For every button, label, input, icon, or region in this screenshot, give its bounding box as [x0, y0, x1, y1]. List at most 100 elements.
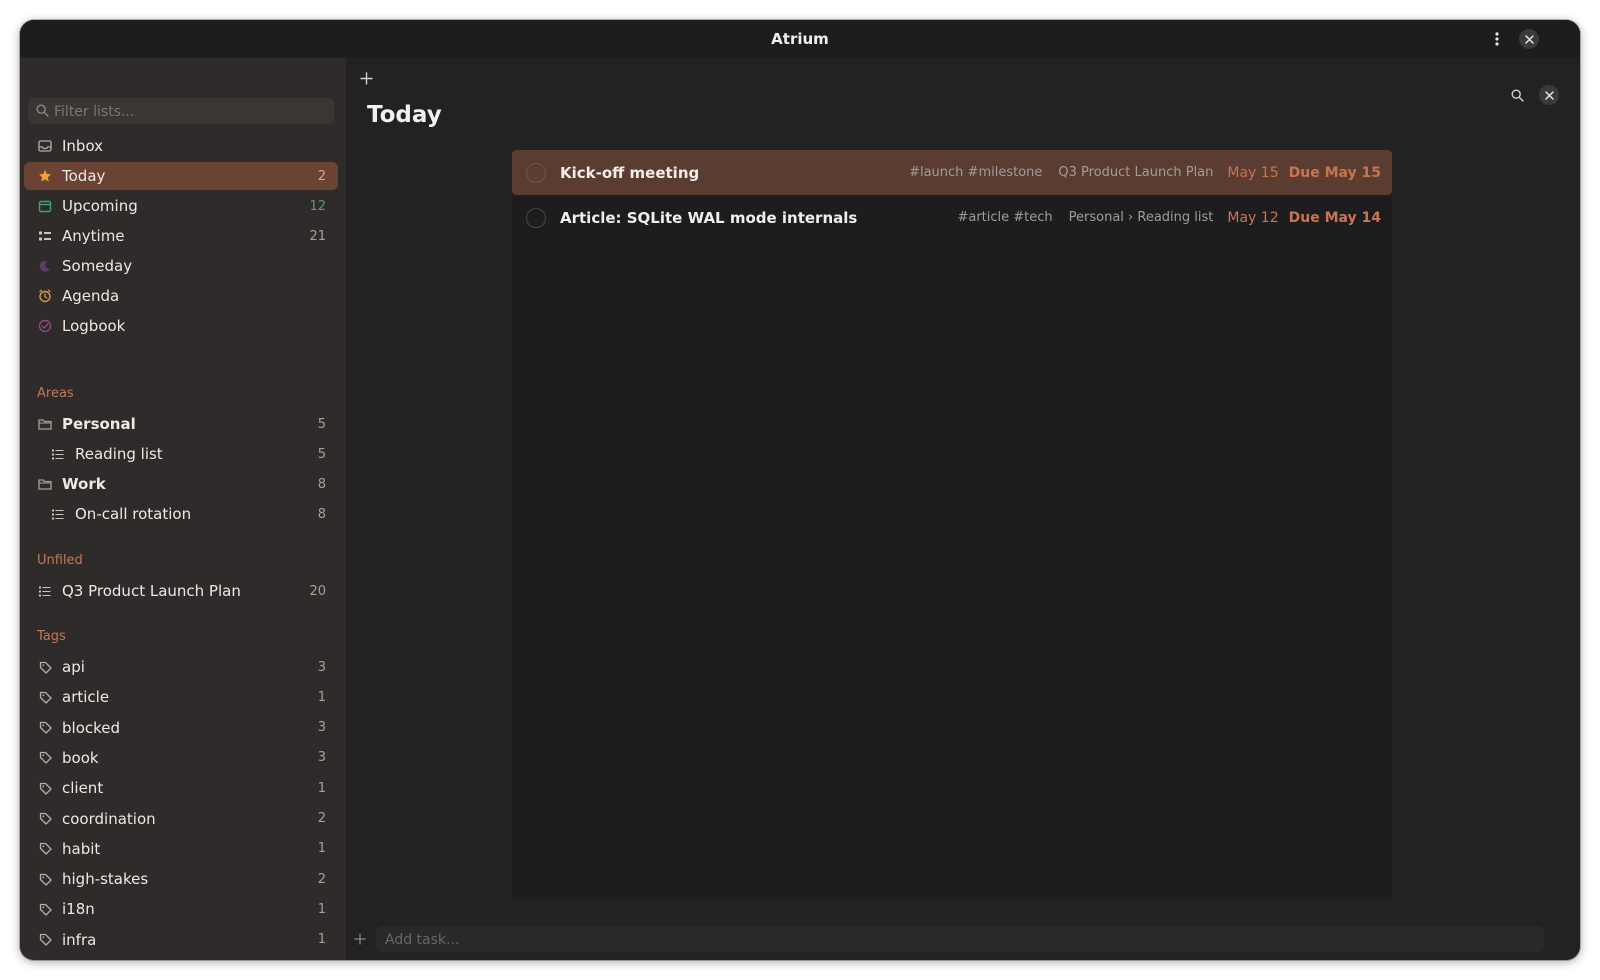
sidebar-item-logbook[interactable]: Logbook	[24, 312, 338, 340]
sidebar-item-label: book	[62, 748, 99, 767]
sidebar-item-upcoming[interactable]: Upcoming 12	[24, 192, 338, 220]
alarm-clock-icon	[37, 288, 53, 304]
item-count: 1	[317, 932, 326, 948]
sidebar-item-tag[interactable]: coordination 2	[24, 805, 338, 833]
filter-lists-input[interactable]	[52, 98, 326, 126]
sidebar-item-label: Upcoming	[62, 197, 138, 215]
list-icon	[50, 506, 66, 522]
list-icon	[37, 583, 53, 599]
task-row[interactable]: Article: SQLite WAL mode internals #arti…	[512, 195, 1392, 240]
sidebar-item-tag[interactable]: book 3	[24, 744, 338, 772]
item-count: 5	[317, 446, 326, 462]
item-count: 12	[309, 198, 326, 214]
window-close-button[interactable]	[1519, 29, 1539, 49]
sidebar-item-reading-list[interactable]: Reading list 5	[24, 440, 338, 468]
sidebar-item-label: On-call rotation	[75, 505, 192, 523]
tags-header: Tags	[37, 629, 66, 644]
tag-icon	[37, 659, 53, 675]
calendar-icon	[37, 198, 53, 214]
new-list-button[interactable]	[356, 68, 376, 88]
close-icon	[1544, 90, 1554, 100]
add-task-field[interactable]	[376, 926, 1544, 954]
sidebar-item-tag[interactable]: client 1	[24, 774, 338, 802]
layers-icon	[37, 228, 53, 244]
sidebar-item-tag[interactable]: habit 1	[24, 835, 338, 863]
check-circle-icon	[37, 318, 53, 334]
title-bar: Atrium	[20, 20, 1580, 58]
sidebar-item-label: Personal	[62, 415, 136, 433]
window-title: Atrium	[771, 30, 829, 48]
sidebar-item-today[interactable]: Today 2	[24, 162, 338, 190]
sidebar-item-label: api	[62, 658, 85, 676]
sidebar-item-label: client	[62, 779, 104, 798]
add-task-button[interactable]	[354, 931, 366, 947]
tag-icon	[37, 780, 53, 796]
folder-icon	[37, 416, 53, 432]
sidebar-item-label: article	[62, 688, 110, 707]
sidebar-item-anytime[interactable]: Anytime 21	[24, 222, 338, 250]
sidebar-item-tag[interactable]: blocked 3	[24, 714, 338, 742]
tag-icon	[37, 932, 53, 948]
sidebar-item-label: Today	[62, 167, 106, 185]
task-project: Q3 Product Launch Plan	[1058, 165, 1214, 180]
task-date: May 15	[1227, 164, 1279, 181]
item-count: 21	[309, 228, 326, 244]
sidebar-item-label: Inbox	[62, 137, 104, 155]
tag-icon	[37, 689, 53, 705]
search-icon	[36, 104, 49, 117]
sidebar-item-label: Logbook	[62, 317, 126, 335]
task-date: May 12	[1227, 209, 1279, 226]
areas-header: Areas	[37, 386, 74, 401]
sidebar-item-label: Reading list	[75, 445, 163, 463]
item-count: 3	[317, 659, 326, 675]
sidebar-item-label: habit	[62, 839, 101, 858]
item-count: 2	[317, 811, 326, 826]
task-checkbox[interactable]	[526, 162, 546, 183]
sidebar-item-tag[interactable]: api 3	[24, 653, 338, 681]
tag-icon	[37, 871, 53, 887]
sidebar-item-tag[interactable]: infra 1	[24, 926, 338, 954]
sidebar-item-tag[interactable]: i18n 1	[24, 895, 338, 923]
task-row[interactable]: Kick-off meeting #launch #milestone Q3 P…	[512, 150, 1392, 195]
tag-icon	[37, 901, 53, 917]
sidebar-item-someday[interactable]: Someday	[24, 252, 338, 280]
main-content: Today Kick-off meeting #launch #mileston…	[346, 58, 1580, 960]
app-window: Atrium Inbox	[20, 20, 1580, 960]
sidebar-item-inbox[interactable]: Inbox	[24, 132, 338, 160]
search-icon	[1510, 88, 1524, 102]
inbox-icon	[37, 138, 53, 154]
item-count: 2	[317, 871, 326, 887]
item-count: 5	[317, 416, 326, 432]
item-count: 1	[317, 841, 326, 857]
sidebar-item-label: Someday	[62, 257, 133, 275]
plus-icon	[354, 933, 366, 945]
sidebar-item-agenda[interactable]: Agenda	[24, 282, 338, 310]
task-list: Kick-off meeting #launch #milestone Q3 P…	[512, 150, 1392, 900]
sidebar-item-label: Agenda	[62, 287, 120, 305]
tag-icon	[37, 750, 53, 766]
sidebar-item-q3-product-launch-plan[interactable]: Q3 Product Launch Plan 20	[24, 577, 338, 605]
tag-icon	[37, 811, 53, 827]
sidebar-item-label: Anytime	[62, 227, 125, 245]
item-count: 3	[317, 720, 326, 736]
filter-lists-field[interactable]	[28, 98, 334, 126]
item-count: 3	[317, 750, 326, 766]
sidebar-item-area-personal[interactable]: Personal 5	[24, 410, 338, 438]
item-count: 8	[317, 506, 326, 522]
task-title: Kick-off meeting	[560, 163, 700, 182]
add-task-input[interactable]	[383, 926, 1537, 954]
close-panel-button[interactable]	[1539, 85, 1559, 105]
item-count: 2	[317, 168, 326, 184]
sidebar-item-area-work[interactable]: Work 8	[24, 470, 338, 498]
sidebar-item-label: Work	[62, 475, 106, 493]
sidebar-item-tag[interactable]: high-stakes 2	[24, 865, 338, 893]
task-checkbox[interactable]	[526, 207, 546, 228]
menu-button[interactable]	[1487, 29, 1507, 49]
item-count: 1	[317, 780, 326, 796]
close-icon	[1524, 34, 1534, 44]
sidebar-item-tag[interactable]: article 1	[24, 683, 338, 711]
task-title: Article: SQLite WAL mode internals	[560, 208, 858, 227]
search-button[interactable]	[1507, 85, 1527, 105]
sidebar-item-on-call-rotation[interactable]: On-call rotation 8	[24, 500, 338, 528]
list-icon	[50, 446, 66, 462]
